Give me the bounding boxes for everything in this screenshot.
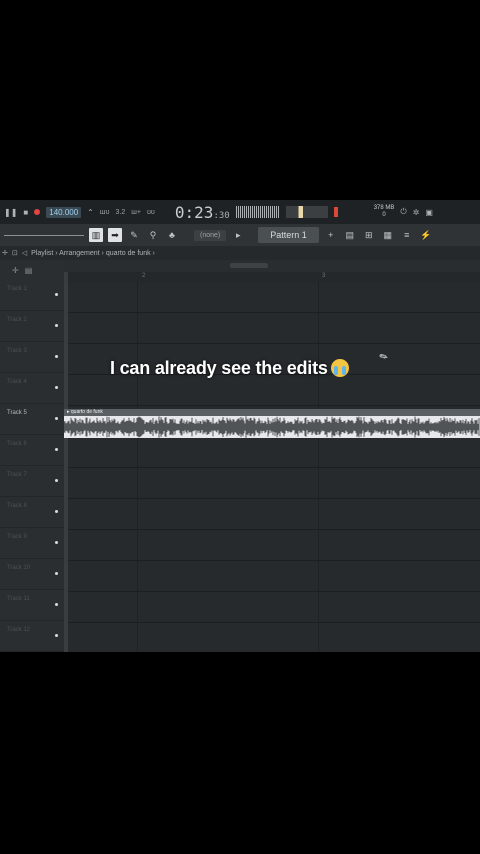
- loudly-crying-face-icon: [330, 359, 349, 377]
- track-name: Track 7: [7, 472, 27, 478]
- track-header[interactable]: Track 4: [0, 373, 64, 404]
- time-cs: :30: [213, 210, 230, 221]
- playhead[interactable]: [64, 272, 68, 652]
- track-mute-dot[interactable]: [55, 324, 58, 327]
- track-header[interactable]: Track 1: [0, 280, 64, 311]
- fl-studio-window: ❚❚ ■ 140.000 ⌃ шʊ 3.2 ш+ ʊʊ 0:23:30 378 …: [0, 200, 480, 652]
- channel-rack-icon[interactable]: ⊞: [362, 228, 376, 242]
- track-name: Track 5: [7, 410, 27, 416]
- move-icon[interactable]: ✛: [12, 266, 19, 275]
- track-mute-dot[interactable]: [55, 510, 58, 513]
- master-volume-slider[interactable]: [4, 234, 84, 236]
- track-mute-dot[interactable]: [55, 355, 58, 358]
- stop-icon[interactable]: ■: [23, 208, 28, 217]
- time-display[interactable]: 0:23:30: [175, 203, 230, 222]
- mixer-icon[interactable]: ≡: [400, 228, 414, 242]
- breadcrumb: ✛ ⊡ ◁ Playlist › Arrangement › quarto de…: [0, 246, 480, 260]
- menu-icon[interactable]: ▤: [25, 266, 33, 275]
- toolbar: ▥ ➡ ✎ ⚲ ♣ (none) ▸ Pattern 1 + ▤ ⊞ ▦ ≡ ⚡: [0, 224, 480, 246]
- link-icon[interactable]: ⚲: [146, 228, 160, 242]
- time-main: 0:23: [174, 202, 214, 222]
- pattern-number[interactable]: 3.2: [115, 209, 125, 216]
- caption-text: I can already see the edits: [110, 358, 328, 378]
- record-button[interactable]: [34, 209, 41, 215]
- clip-title: ▸ quarto de funk: [64, 409, 480, 416]
- transport-bar: ❚❚ ■ 140.000 ⌃ шʊ 3.2 ш+ ʊʊ 0:23:30 378 …: [0, 200, 480, 224]
- track-header[interactable]: Track 2: [0, 311, 64, 342]
- tempo-display[interactable]: 140.000: [46, 206, 82, 218]
- metronome-icon[interactable]: ⌃: [87, 208, 94, 217]
- plugin-icon[interactable]: ⚡: [419, 228, 433, 242]
- wait-icon[interactable]: шʊ: [100, 209, 110, 216]
- pointer-icon[interactable]: ➡: [108, 228, 122, 242]
- pencil-icon[interactable]: ✎: [127, 228, 141, 242]
- memory-display: 378 MB 0: [374, 205, 395, 219]
- loop-record-icon[interactable]: ʊʊ: [147, 209, 155, 216]
- playlist-view-icon[interactable]: ▥: [89, 228, 103, 242]
- track-name: Track 8: [7, 503, 27, 509]
- window-icon[interactable]: ▣: [425, 208, 433, 217]
- playlist-grid[interactable]: [64, 282, 480, 652]
- track-mute-dot[interactable]: [55, 417, 58, 420]
- track-name: Track 3: [7, 348, 27, 354]
- power-icon[interactable]: ⏻: [400, 207, 406, 217]
- track-mute-dot[interactable]: [55, 572, 58, 575]
- track-mute-dot[interactable]: [55, 603, 58, 606]
- piano-roll-icon[interactable]: ▤: [343, 228, 357, 242]
- breadcrumb-path[interactable]: Playlist › Arrangement › quarto de funk …: [31, 250, 155, 257]
- track-header[interactable]: Track 9: [0, 528, 64, 559]
- track-header[interactable]: Track 11: [0, 590, 64, 621]
- stamp-icon[interactable]: ♣: [165, 228, 179, 242]
- track-name: Track 6: [7, 441, 27, 447]
- track-header[interactable]: Track 5: [0, 404, 64, 435]
- zoom-icon[interactable]: ⊡: [12, 249, 18, 257]
- header-tools: ✛ ▤: [0, 260, 64, 280]
- waveform: [64, 416, 480, 438]
- browser-icon[interactable]: ▦: [381, 228, 395, 242]
- settings-icon[interactable]: ✲: [413, 208, 420, 217]
- ruler-mark: 3: [322, 273, 326, 279]
- step-edit-icon[interactable]: ш+: [131, 209, 141, 216]
- pause-icon[interactable]: ❚❚: [4, 208, 17, 217]
- track-header[interactable]: Track 7: [0, 466, 64, 497]
- arrow-right-icon[interactable]: ▸: [231, 228, 245, 242]
- track-name: Track 1: [7, 286, 27, 292]
- audio-clip[interactable]: ▸ quarto de funk: [64, 409, 480, 438]
- track-headers: ✛ ▤ Track 1 Track 2 Track 3 Track 4 Track 5 T…: [0, 260, 64, 652]
- track-mute-dot[interactable]: [55, 634, 58, 637]
- track-header[interactable]: Track 3: [0, 342, 64, 373]
- speaker-icon[interactable]: ◁: [22, 249, 27, 257]
- track-name: Track 12: [7, 627, 31, 633]
- track-mute-dot[interactable]: [55, 293, 58, 296]
- track-header[interactable]: Track 8: [0, 497, 64, 528]
- peak-meter: [333, 207, 338, 217]
- track-name: Track 11: [7, 596, 30, 602]
- horizontal-scrollbar[interactable]: [230, 263, 268, 268]
- track-name: Track 2: [7, 317, 27, 323]
- arrow-icon[interactable]: ✛: [2, 249, 8, 257]
- track-mute-dot[interactable]: [55, 541, 58, 544]
- oscilloscope: [235, 206, 280, 218]
- ruler-mark: 2: [142, 273, 146, 279]
- track-header[interactable]: Track 10: [0, 559, 64, 590]
- timeline-ruler[interactable]: 2 3: [64, 272, 480, 282]
- pattern-select[interactable]: Pattern 1: [258, 227, 319, 243]
- track-mute-dot[interactable]: [55, 386, 58, 389]
- track-mute-dot[interactable]: [55, 448, 58, 451]
- cpu-meter: [285, 206, 328, 218]
- track-name: Track 4: [7, 379, 27, 385]
- memory-value: 378 MB: [373, 205, 395, 211]
- track-header[interactable]: Track 6: [0, 435, 64, 466]
- track-name: Track 10: [7, 565, 31, 571]
- track-header[interactable]: Track 12: [0, 621, 64, 652]
- video-caption: I can already see the edits: [110, 358, 349, 379]
- polyphony-value: 0: [382, 212, 386, 218]
- add-pattern-icon[interactable]: +: [324, 228, 338, 242]
- track-name: Track 9: [7, 534, 27, 540]
- track-mute-dot[interactable]: [55, 479, 58, 482]
- snap-select[interactable]: (none): [194, 229, 227, 241]
